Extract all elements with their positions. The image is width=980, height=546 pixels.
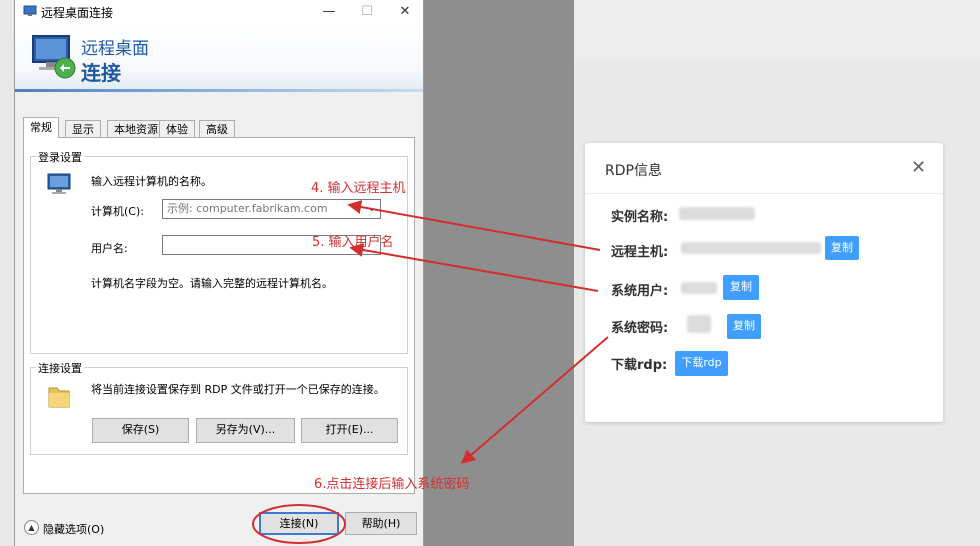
- download-label: 下载rdp:: [611, 358, 668, 373]
- remote-desktop-window: 远程桌面连接 — ☐ ✕ 远程桌面 连接 常规 显示 本地资源 体验 高级 登录…: [14, 0, 424, 546]
- tab-experience[interactable]: 体验: [159, 120, 195, 137]
- password-label: 系统密码:: [611, 321, 669, 336]
- annotation-step-4: 4. 输入远程主机: [311, 181, 406, 196]
- save-as-button[interactable]: 另存为(V)...: [196, 418, 295, 443]
- download-rdp-button[interactable]: 下载rdp: [675, 351, 728, 376]
- tab-local-resources[interactable]: 本地资源: [107, 120, 165, 137]
- instance-name-label: 实例名称:: [611, 210, 669, 225]
- help-button[interactable]: 帮助(H): [345, 512, 417, 535]
- save-button[interactable]: 保存(S): [92, 418, 189, 443]
- login-settings-label: 登录设置: [36, 149, 84, 165]
- connection-hint: 将当前连接设置保存到 RDP 文件或打开一个已保存的连接。: [91, 383, 385, 396]
- connect-button[interactable]: 连接(N): [259, 512, 339, 535]
- connection-settings-label: 连接设置: [36, 360, 84, 376]
- dialog-header: RDP信息 ✕: [585, 143, 943, 194]
- banner-subtitle: 连接: [81, 61, 121, 85]
- empty-name-note: 计算机名字段为空。请输入完整的远程计算机名。: [91, 277, 333, 290]
- copy-password-button[interactable]: 复制: [727, 314, 761, 339]
- host-value-redacted: [681, 242, 821, 254]
- maximize-button[interactable]: ☐: [349, 0, 385, 24]
- title-bar: 远程桌面连接 — ☐ ✕: [15, 0, 423, 24]
- background-toolbar: [574, 0, 980, 63]
- user-value-redacted: [681, 282, 717, 294]
- window-title: 远程桌面连接: [41, 6, 114, 20]
- background-gray-area: [424, 0, 574, 546]
- tab-display[interactable]: 显示: [65, 120, 101, 137]
- close-icon[interactable]: ✕: [911, 157, 926, 178]
- open-button[interactable]: 打开(E)...: [301, 418, 398, 443]
- monitor-icon: [32, 35, 76, 79]
- remote-desktop-icon: [23, 5, 37, 16]
- banner-title: 远程桌面: [81, 39, 149, 59]
- annotation-step-5: 5. 输入用户名: [312, 235, 394, 250]
- banner-divider: [15, 89, 423, 92]
- rdp-info-dialog: RDP信息 ✕ 实例名称: 远程主机: 复制 系统用户: 复制 系统密码: 复制…: [585, 143, 943, 422]
- background-window-edge: [0, 0, 14, 546]
- instance-name-value-redacted: [679, 207, 755, 220]
- tab-advanced[interactable]: 高级: [199, 120, 235, 137]
- username-label: 用户名:: [91, 242, 128, 255]
- computer-placeholder: 示例: computer.fabrikam.com: [167, 202, 328, 215]
- folder-icon: [48, 387, 70, 408]
- minimize-button[interactable]: —: [311, 0, 347, 24]
- dialog-title: RDP信息: [605, 163, 662, 179]
- computer-icon: [47, 173, 71, 194]
- chevron-down-icon[interactable]: ⌄: [368, 200, 376, 218]
- host-label: 远程主机:: [611, 245, 669, 260]
- login-hint: 输入远程计算机的名称。: [91, 175, 212, 188]
- computer-label: 计算机(C):: [91, 205, 144, 218]
- hide-options-link[interactable]: 隐藏选项(O): [43, 521, 104, 537]
- header-banner: 远程桌面 连接: [15, 24, 423, 92]
- chevron-up-icon[interactable]: ▲: [24, 520, 39, 535]
- annotation-step-6: 6.点击连接后输入系统密码: [314, 477, 470, 492]
- tab-general[interactable]: 常规: [23, 117, 59, 138]
- copy-host-button[interactable]: 复制: [825, 236, 859, 260]
- computer-input[interactable]: 示例: computer.fabrikam.com ⌄: [162, 199, 381, 219]
- user-label: 系统用户:: [611, 284, 669, 299]
- password-value-redacted: [687, 315, 711, 333]
- copy-user-button[interactable]: 复制: [723, 275, 759, 300]
- close-button[interactable]: ✕: [387, 0, 423, 24]
